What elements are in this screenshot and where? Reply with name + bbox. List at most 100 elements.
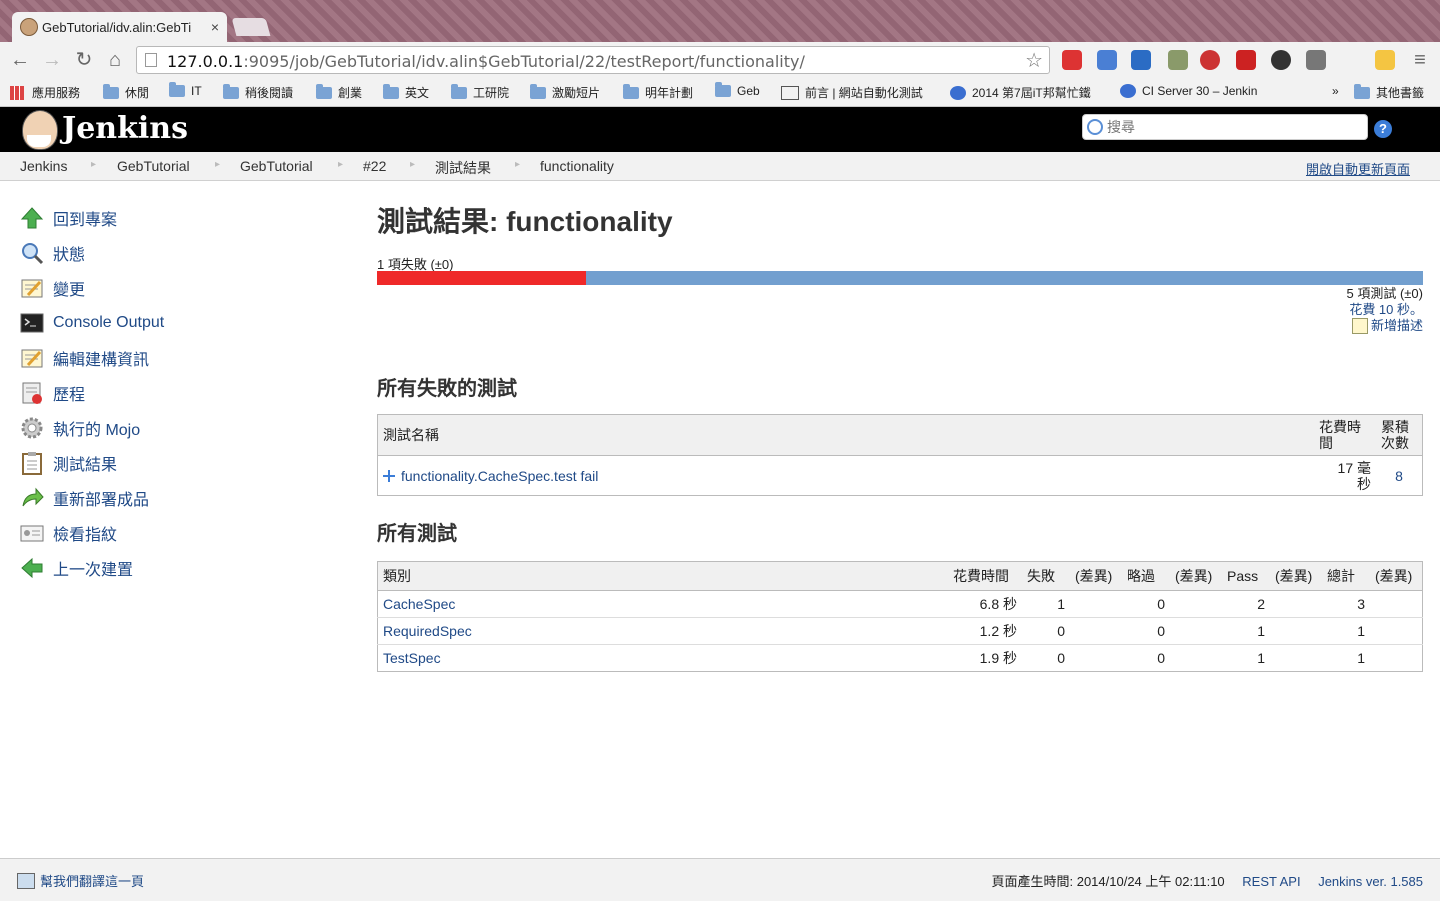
bookmark-folder[interactable]: 英文 <box>383 83 429 101</box>
folder-icon <box>1354 83 1370 99</box>
forward-arrow-icon[interactable]: → <box>40 48 64 72</box>
bookmark-other-folder[interactable]: 其他書籤 <box>1354 83 1424 101</box>
breadcrumb-item[interactable]: GebTutorial <box>240 158 313 174</box>
bookmark-folder[interactable]: 創業 <box>316 83 362 101</box>
column-header[interactable]: (差異) <box>1370 561 1423 591</box>
camera-extension-icon[interactable] <box>1271 50 1291 70</box>
task-status[interactable]: 狀態 <box>20 235 320 270</box>
column-header[interactable]: 失敗 <box>1022 561 1070 591</box>
task-test-results[interactable]: 測試結果 <box>20 445 320 480</box>
download-extension-icon[interactable] <box>1131 50 1151 70</box>
fail-diff <box>1070 617 1122 645</box>
left-arrow-icon <box>20 556 44 580</box>
translate-extension-icon[interactable] <box>1097 50 1117 70</box>
clipboard-icon <box>20 451 44 475</box>
breadcrumb-item[interactable]: Jenkins <box>20 158 67 174</box>
column-header[interactable]: 花費時間 <box>948 561 1022 591</box>
task-edit-build-info[interactable]: 編輯建構資訊 <box>20 340 320 375</box>
menu-icon[interactable]: ≡ <box>1408 48 1432 72</box>
breadcrumb-item[interactable]: #22 <box>363 158 386 174</box>
bookmark-folder[interactable]: 激勵短片 <box>530 83 600 101</box>
bookmark-star-icon[interactable]: ☆ <box>1025 48 1043 73</box>
search-box[interactable] <box>1082 114 1368 140</box>
class-duration: 6.8 秒 <box>948 590 1022 618</box>
bookmark-link[interactable]: CI Server 30 – Jenkin <box>1120 84 1257 98</box>
new-tab-button[interactable] <box>231 18 271 36</box>
column-header[interactable]: Pass <box>1222 561 1270 591</box>
class-link[interactable]: RequiredSpec <box>383 623 472 639</box>
task-redeploy-artifacts[interactable]: 重新部署成品 <box>20 480 320 515</box>
jenkins-title[interactable]: Jenkins <box>62 111 188 146</box>
folder-icon <box>103 83 119 99</box>
breadcrumb-item[interactable]: GebTutorial <box>117 158 190 174</box>
bookmark-link[interactable]: 前言 | 網站自動化測試 <box>781 84 923 101</box>
translate-link[interactable]: 幫我們翻譯這一頁 <box>40 871 144 890</box>
column-header[interactable]: (差異) <box>1070 561 1122 591</box>
task-label: 回到專案 <box>53 211 118 229</box>
failed-tests-table: 測試名稱 花費時 間 累積 次數 functionality.CacheSpec… <box>377 414 1423 496</box>
address-bar[interactable]: 127.0.0.1:9095/job/GebTutorial/idv.alin$… <box>136 46 1050 74</box>
home-icon[interactable]: ⌂ <box>103 48 127 72</box>
bookmark-folder[interactable]: Geb <box>715 82 760 98</box>
folder-icon <box>316 83 332 99</box>
duration-link[interactable]: 花費 10 秒。 <box>1349 302 1423 317</box>
task-see-fingerprints[interactable]: 檢看指紋 <box>20 515 320 550</box>
task-label: 狀態 <box>53 246 86 264</box>
extension-icon[interactable] <box>1168 50 1188 70</box>
task-console-output[interactable]: Console Output <box>20 305 320 340</box>
class-fail-count: 1 <box>1022 590 1070 618</box>
task-executed-mojos[interactable]: 執行的 Mojo <box>20 410 320 445</box>
up-arrow-icon <box>20 206 44 230</box>
task-previous-build[interactable]: 上一次建置 <box>20 550 320 585</box>
test-age-link[interactable]: 8 <box>1395 468 1403 484</box>
column-header[interactable]: 花費時 間 <box>1314 414 1376 456</box>
column-header[interactable]: 略過 <box>1122 561 1170 591</box>
apps-grid-icon <box>10 85 24 100</box>
failure-bar-fill <box>377 271 587 285</box>
column-header[interactable]: 類別 <box>377 561 948 591</box>
all-tests-heading: 所有測試 <box>377 523 457 545</box>
reload-icon[interactable]: ↻ <box>72 48 96 72</box>
jenkins-version-link[interactable]: Jenkins ver. 1.585 <box>1318 874 1423 889</box>
colorful-extension-icon[interactable] <box>1375 50 1395 70</box>
search-input[interactable] <box>1105 117 1364 139</box>
bookmark-folder[interactable]: IT <box>169 82 202 98</box>
class-duration: 1.9 秒 <box>948 644 1022 672</box>
class-link[interactable]: CacheSpec <box>383 596 455 612</box>
breadcrumb-item[interactable]: functionality <box>540 158 614 174</box>
evernote-extension-icon[interactable] <box>1306 50 1326 70</box>
bookmarks-bar: 應用服務 休閒 IT 稍後閱讀 創業 英文 工研院 激勵短片 明年計劃 Geb … <box>0 78 1440 107</box>
column-header[interactable]: 測試名稱 <box>377 414 1314 456</box>
bookmark-folder[interactable]: 工研院 <box>451 83 509 101</box>
jenkins-butler-logo-icon[interactable] <box>22 110 58 150</box>
url-text[interactable]: 127.0.0.1:9095/job/GebTutorial/idv.alin$… <box>167 52 805 71</box>
tab-close-icon[interactable]: × <box>211 19 219 35</box>
bookmark-link[interactable]: 2014 第7屆iT邦幫忙鐵 <box>950 84 1091 101</box>
breadcrumb-item[interactable]: 測試結果 <box>435 158 491 178</box>
back-arrow-icon[interactable]: ← <box>8 48 32 72</box>
column-header[interactable]: (差異) <box>1270 561 1322 591</box>
column-header[interactable]: 總計 <box>1322 561 1370 591</box>
help-icon[interactable]: ? <box>1374 120 1392 138</box>
expand-plus-icon[interactable] <box>383 469 395 482</box>
class-link[interactable]: TestSpec <box>383 650 441 666</box>
adblock-plus-icon[interactable] <box>1200 50 1220 70</box>
browser-tab[interactable]: GebTutorial/idv.alin:GebTi × <box>12 12 227 42</box>
column-header[interactable]: (差異) <box>1170 561 1222 591</box>
bookmark-folder[interactable]: 稍後閱讀 <box>223 83 293 101</box>
task-history[interactable]: 歷程 <box>20 375 320 410</box>
column-header[interactable]: 累積 次數 <box>1376 414 1423 456</box>
ithome-icon <box>1120 84 1136 98</box>
auto-refresh-link[interactable]: 開啟自動更新頁面 <box>1306 159 1410 178</box>
gmail-extension-icon[interactable] <box>1062 50 1082 70</box>
task-changes[interactable]: 變更 <box>20 270 320 305</box>
bookmark-folder[interactable]: 明年計劃 <box>623 83 693 101</box>
bookmark-apps[interactable]: 應用服務 <box>10 84 80 101</box>
add-description-link[interactable]: 新增描述 <box>1371 318 1423 334</box>
failed-test-link[interactable]: functionality.CacheSpec.test fail <box>401 468 598 484</box>
bookmark-extension-icon[interactable] <box>1236 50 1256 70</box>
task-back-to-project[interactable]: 回到專案 <box>20 200 320 235</box>
rest-api-link[interactable]: REST API <box>1242 874 1300 889</box>
bookmarks-overflow[interactable]: » <box>1332 84 1339 98</box>
bookmark-folder[interactable]: 休閒 <box>103 83 149 101</box>
